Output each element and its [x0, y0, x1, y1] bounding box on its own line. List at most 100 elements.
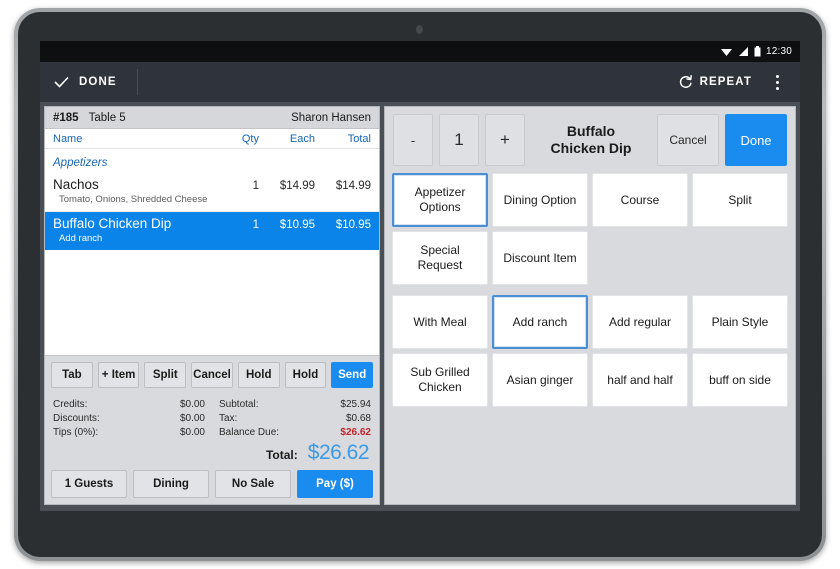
totals-value: $0.68: [345, 413, 371, 424]
order-totals: Credits: $0.00 Discounts: $0.00 Tips (0%…: [45, 393, 379, 468]
order-group-label: Appetizers: [53, 157, 108, 169]
modifier-option-grid: With Meal Add ranch Add regular Plain St…: [385, 295, 795, 407]
order-item-name: Buffalo Chicken Dip: [53, 216, 172, 231]
totals-value: $0.00: [179, 413, 205, 424]
modifier-header: - 1 + Buffalo Chicken Dip Cancel Done: [385, 107, 795, 173]
totals-line-tips: Tips (0%): $0.00: [53, 426, 205, 440]
totals-label: Subtotal:: [219, 399, 259, 410]
quantity-decrease-button[interactable]: -: [393, 114, 433, 166]
modifier-option-add-regular[interactable]: Add regular: [592, 295, 688, 349]
modifier-group-empty-2: [692, 231, 788, 285]
pay-button[interactable]: Pay ($): [297, 470, 373, 498]
app-bar: DONE REPEAT: [40, 62, 800, 102]
order-panel: #185 Table 5 Sharon Hansen Name Qty Each…: [44, 106, 380, 505]
modifier-option-plain-style[interactable]: Plain Style: [692, 295, 788, 349]
order-header: #185 Table 5 Sharon Hansen: [45, 107, 379, 129]
send-button[interactable]: Send: [331, 361, 374, 388]
order-number: #185: [53, 111, 79, 124]
modifier-group-split[interactable]: Split: [692, 173, 788, 227]
modifier-option-with-meal[interactable]: With Meal: [392, 295, 488, 349]
totals-value: $0.00: [179, 427, 205, 438]
main-content: #185 Table 5 Sharon Hansen Name Qty Each…: [40, 102, 800, 511]
order-items-list[interactable]: Appetizers Nachos 1 $14.99 $14.99 Tomato…: [45, 149, 379, 355]
modifier-group-special-request[interactable]: Special Request: [392, 231, 488, 285]
order-item-name: Nachos: [53, 177, 99, 192]
modifier-group-dining-option[interactable]: Dining Option: [492, 173, 588, 227]
wifi-icon: [720, 49, 732, 56]
totals-label: Tips (0%):: [53, 427, 99, 438]
hold-button-1[interactable]: Hold: [237, 361, 280, 388]
modifier-group-course[interactable]: Course: [592, 173, 688, 227]
repeat-button-label: REPEAT: [699, 76, 752, 88]
totals-label: Discounts:: [53, 413, 100, 424]
done-button-label: DONE: [79, 76, 117, 88]
app-bar-actions: REPEAT: [679, 67, 800, 97]
order-bottom-buttons: 1 Guests Dining No Sale Pay ($): [45, 468, 379, 504]
totals-right-column: Subtotal: $25.94 Tax: $0.68 Balance Due:…: [219, 398, 371, 440]
modifier-done-button[interactable]: Done: [725, 114, 787, 166]
order-item-qty: 1: [252, 180, 259, 192]
modifier-option-add-ranch[interactable]: Add ranch: [492, 295, 588, 349]
grand-total-value: $26.62: [307, 441, 370, 464]
modifier-group-appetizer-options[interactable]: Appetizer Options: [392, 173, 488, 227]
more-vertical-icon[interactable]: [764, 67, 790, 97]
totals-value: $25.94: [340, 399, 371, 410]
totals-value: $26.62: [340, 427, 371, 438]
grand-total-row: Total: $26.62: [53, 441, 371, 465]
hold-button-2[interactable]: Hold: [284, 361, 327, 388]
totals-line-discounts: Discounts: $0.00: [53, 412, 205, 426]
front-camera-icon: [416, 25, 423, 34]
modifier-option-sub-grilled-chicken[interactable]: Sub Grilled Chicken: [392, 353, 488, 407]
quantity-increase-button[interactable]: +: [485, 114, 525, 166]
order-table: Table 5: [88, 111, 126, 124]
modifier-group-empty-1: [592, 231, 688, 285]
order-column-headers: Name Qty Each Total: [45, 129, 379, 149]
add-item-button[interactable]: + Item: [97, 361, 140, 388]
tablet-screen: 12:30 DONE REPEAT #185 Table 5 Sharon Ha…: [40, 41, 800, 511]
order-server-name: Sharon Hansen: [291, 111, 371, 124]
grand-total-label: Total:: [265, 448, 298, 462]
order-item-row[interactable]: Nachos 1 $14.99 $14.99 Tomato, Onions, S…: [45, 173, 379, 212]
totals-label: Tax:: [219, 413, 238, 424]
order-item-total: $14.99: [335, 180, 371, 192]
modifier-item-title: Buffalo Chicken Dip: [531, 123, 651, 157]
repeat-button[interactable]: REPEAT: [679, 75, 752, 89]
totals-line-tax: Tax: $0.68: [219, 412, 371, 426]
order-item-modifiers: Tomato, Onions, Shredded Cheese: [59, 194, 208, 205]
totals-line-balance-due: Balance Due: $26.62: [219, 426, 371, 440]
order-item-qty: 1: [252, 219, 259, 231]
status-clock: 12:30: [765, 46, 792, 57]
order-item-total: $10.95: [335, 219, 371, 231]
check-icon: [54, 76, 69, 88]
modifier-option-half-and-half[interactable]: half and half: [592, 353, 688, 407]
totals-line-credits: Credits: $0.00: [53, 398, 205, 412]
modifier-option-buff-on-side[interactable]: buff on side: [692, 353, 788, 407]
modifier-panel: - 1 + Buffalo Chicken Dip Cancel Done Ap…: [384, 106, 796, 505]
modifier-group-grid: Appetizer Options Dining Option Course S…: [385, 173, 795, 285]
no-sale-button[interactable]: No Sale: [215, 470, 291, 498]
cancel-button[interactable]: Cancel: [191, 361, 233, 388]
totals-value: $0.00: [179, 399, 205, 410]
tab-button[interactable]: Tab: [51, 361, 93, 388]
dining-button[interactable]: Dining: [133, 470, 209, 498]
order-item-row-selected[interactable]: Buffalo Chicken Dip 1 $10.95 $10.95 Add …: [45, 212, 379, 250]
totals-left-column: Credits: $0.00 Discounts: $0.00 Tips (0%…: [53, 398, 205, 440]
modifier-panel-spacer: [385, 407, 795, 504]
android-status-bar: 12:30: [40, 41, 800, 62]
totals-line-subtotal: Subtotal: $25.94: [219, 398, 371, 412]
modifier-cancel-button[interactable]: Cancel: [657, 114, 719, 166]
totals-label: Credits:: [53, 399, 88, 410]
column-header-each: Each: [289, 132, 315, 145]
column-header-name: Name: [53, 132, 83, 145]
quantity-value[interactable]: 1: [439, 114, 479, 166]
done-button[interactable]: DONE: [40, 69, 138, 95]
modifier-option-asian-ginger[interactable]: Asian ginger: [492, 353, 588, 407]
split-button[interactable]: Split: [144, 361, 187, 388]
battery-icon: [754, 46, 761, 57]
modifier-group-discount-item[interactable]: Discount Item: [492, 231, 588, 285]
guests-button[interactable]: 1 Guests: [51, 470, 127, 498]
column-header-qty: Qty: [241, 132, 259, 145]
order-item-modifiers: Add ranch: [59, 233, 103, 244]
refresh-icon: [679, 75, 692, 88]
totals-label: Balance Due:: [219, 427, 280, 438]
